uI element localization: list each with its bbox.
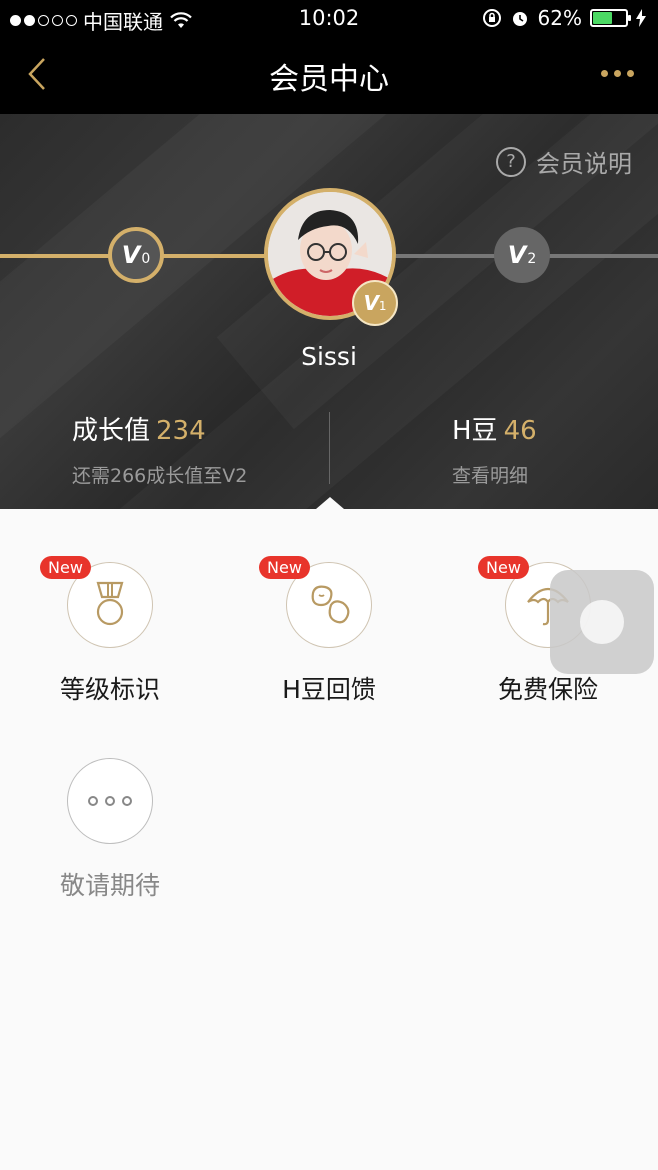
more-dots-icon (88, 796, 132, 806)
bean-icon (311, 585, 350, 624)
nav-bar: 会员中心 (0, 36, 658, 114)
battery-icon (590, 9, 631, 27)
feature-bean-reward[interactable]: New H豆回馈 (239, 556, 419, 706)
new-badge: New (478, 556, 529, 579)
new-badge: New (259, 556, 310, 579)
feature-label: 等级标识 (59, 675, 160, 704)
level-badge-v0: V0 (108, 227, 164, 283)
more-dots-icon[interactable] (601, 70, 634, 77)
page-title: 会员中心 (269, 62, 389, 97)
growth-value: 234 (156, 416, 206, 446)
status-right: 62% (482, 6, 646, 30)
feature-level-badge[interactable]: New 等级标识 (20, 556, 200, 706)
growth-hint: 还需266成长值至V2 (72, 465, 248, 487)
alarm-icon (512, 12, 527, 26)
charging-icon (636, 9, 646, 27)
growth-label: 成长值 (72, 416, 151, 446)
new-badge: New (40, 556, 91, 579)
growth-stat[interactable]: 成长值 234 还需266成长值至V2 (72, 410, 247, 488)
beans-value: 46 (503, 416, 537, 446)
level-badge-v2: V2 (494, 227, 550, 283)
username: Sissi (301, 342, 357, 371)
beans-stat[interactable]: H豆 46 查看明细 (452, 410, 537, 488)
assistive-touch-button[interactable] (550, 570, 654, 674)
beans-label: H豆 (452, 416, 498, 446)
question-circle-icon: ? (496, 146, 526, 177)
level-badge-v1: V1 (352, 280, 398, 326)
member-help-link[interactable]: ? 会员说明 (496, 144, 632, 179)
feature-label: 免费保险 (497, 675, 598, 704)
feature-circle (67, 758, 153, 844)
status-bar: 中国联通 10:02 62% (0, 0, 658, 36)
section-pointer (316, 497, 344, 509)
feature-coming-soon: 敬请期待 (20, 758, 200, 902)
feature-label: H豆回馈 (282, 675, 376, 704)
rotation-lock-icon (482, 9, 501, 27)
battery-percent: 62% (537, 6, 582, 30)
member-help-label: 会员说明 (536, 150, 632, 178)
member-header: ? 会员说明 V0 V1 V2 Sissi 成长值 234 还需266成长值至V2 (0, 114, 658, 509)
beans-detail-link[interactable]: 查看明细 (452, 461, 537, 488)
feature-label: 敬请期待 (59, 871, 160, 900)
stat-divider (329, 412, 330, 484)
medal-icon (96, 581, 124, 626)
